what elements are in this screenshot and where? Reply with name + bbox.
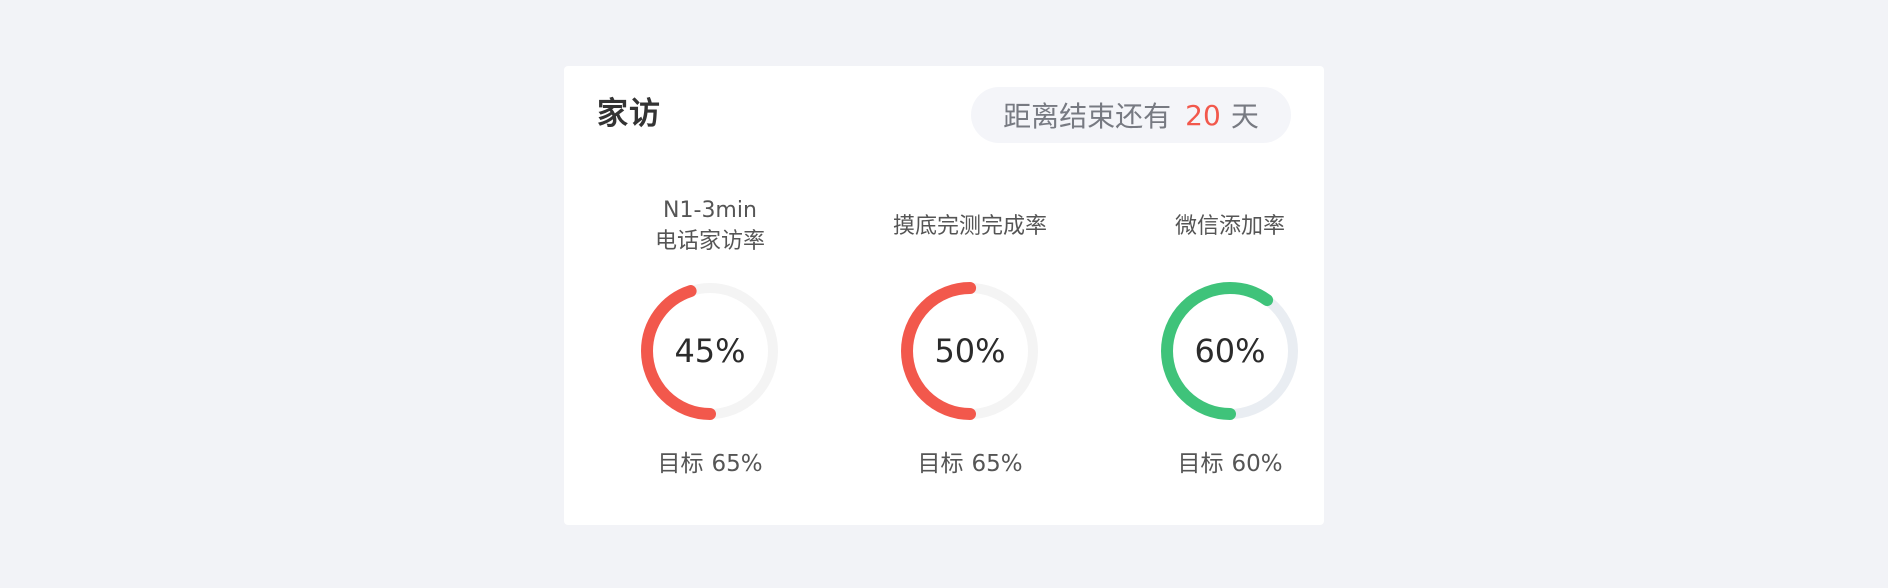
- target-label: 目标: [1177, 451, 1224, 477]
- metric-title: 微信添加率: [1130, 186, 1330, 266]
- progress-ring: 50%: [895, 276, 1045, 426]
- metric-title: N1-3min 电话家访率: [610, 186, 810, 266]
- target-value: 65%: [971, 451, 1023, 477]
- metric-title-line1: 摸底完测完成率: [892, 213, 1047, 239]
- home-visit-card: 家访 距离结束还有 20 天 N1-3min 电话家访率 45% 目标 65% 摸…: [564, 66, 1324, 525]
- target-label: 目标: [917, 451, 964, 477]
- metric-title-line2: 电话家访率: [654, 229, 765, 254]
- target-text: 目标 65%: [610, 444, 810, 478]
- metric-wechat-add-rate[interactable]: 微信添加率 60% 目标 60%: [1130, 186, 1330, 478]
- target-value: 60%: [1231, 451, 1283, 477]
- card-title: 家访: [597, 96, 661, 132]
- metric-title-line1: 微信添加率: [1174, 213, 1285, 239]
- countdown-days: 20: [1185, 98, 1221, 132]
- progress-value: 45%: [674, 332, 746, 370]
- target-label: 目标: [657, 451, 704, 477]
- target-text: 目标 65%: [870, 444, 1070, 478]
- metric-phone-visit-rate[interactable]: N1-3min 电话家访率 45% 目标 65%: [610, 186, 810, 478]
- progress-ring: 45%: [635, 276, 785, 426]
- metric-title-line1: N1-3min: [663, 198, 757, 223]
- target-value: 65%: [711, 451, 763, 477]
- countdown-prefix: 距离结束还有: [1003, 100, 1172, 133]
- target-text: 目标 60%: [1130, 444, 1330, 478]
- progress-ring: 60%: [1155, 276, 1305, 426]
- progress-value: 60%: [1194, 332, 1266, 370]
- countdown-suffix: 天: [1230, 100, 1259, 133]
- progress-value: 50%: [934, 332, 1006, 370]
- metric-title: 摸底完测完成率: [870, 186, 1070, 266]
- metric-baseline-test-completion-rate[interactable]: 摸底完测完成率 50% 目标 65%: [870, 186, 1070, 478]
- countdown-badge: 距离结束还有 20 天: [971, 87, 1291, 143]
